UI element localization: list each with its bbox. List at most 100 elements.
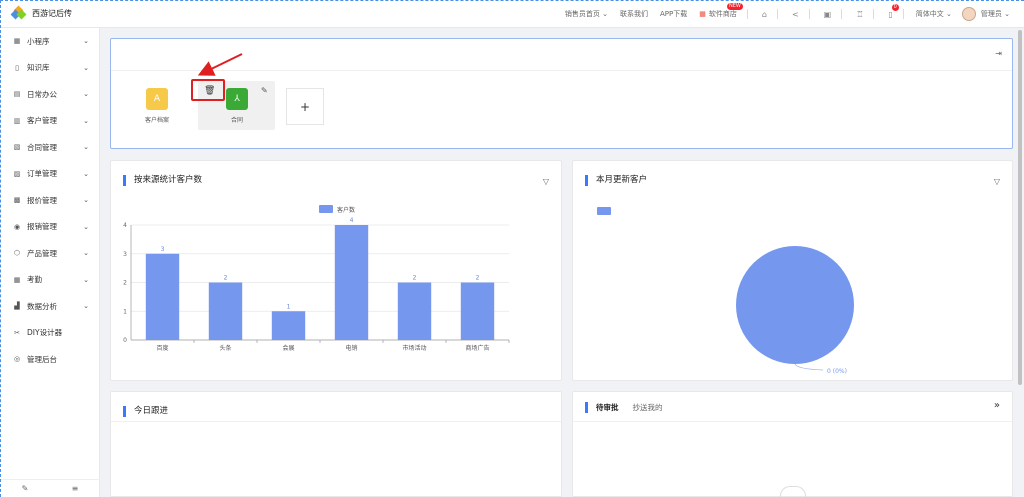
pie-chart: 0 (0%) xyxy=(597,207,854,375)
sidebar-item-label: DIY设计器 xyxy=(27,328,63,338)
edit-icon[interactable]: ✎ xyxy=(261,86,268,95)
edit-icon[interactable]: ✎ xyxy=(22,484,29,493)
exit-icon[interactable]: ⇥ xyxy=(995,49,1002,58)
bar-chart: 客户数 0 1 2 3 4 3 百度 2 头条 1 会展 4 电销 2 市场活动 2 商场广告 xyxy=(123,205,510,352)
sidebar-item-label: 报价管理 xyxy=(27,195,57,205)
sidebar-item[interactable]: ◎ 管理后台 xyxy=(0,346,99,373)
sidebar-item-label: 产品管理 xyxy=(27,248,57,258)
collapse-menu-icon[interactable]: ≡ xyxy=(72,484,79,493)
slice-label: 0 (0%) xyxy=(827,368,847,375)
tab-cc-me[interactable]: 抄送我的 xyxy=(633,402,663,413)
sidebar-item[interactable]: ▦ 小程序 ⌄ xyxy=(0,28,99,55)
nav-contact-us[interactable]: 联系我们 xyxy=(620,9,648,19)
double-chevron-right-icon[interactable]: » xyxy=(994,400,1000,411)
sidebar-item[interactable]: ⬡ 产品管理 ⌄ xyxy=(0,240,99,267)
sidebar-item[interactable]: ✂ DIY设计器 xyxy=(0,320,99,347)
chevron-down-icon: ⌄ xyxy=(83,63,89,72)
chevron-down-icon: ⌄ xyxy=(83,275,89,284)
contacts-icon: ▥ xyxy=(13,116,21,125)
sidebar-item-label: 合同管理 xyxy=(27,142,57,152)
data-label: 2 xyxy=(413,275,417,282)
chevron-down-icon: ⌄ xyxy=(83,90,89,99)
sidebar-item[interactable]: ▩ 报价管理 ⌄ xyxy=(0,187,99,214)
panel-title: 按来源统计客户数 xyxy=(123,175,202,186)
filter-icon[interactable]: ▽ xyxy=(543,177,549,186)
contract-icon: ⅄ xyxy=(226,88,248,110)
delete-icon[interactable]: 🗑 xyxy=(204,86,215,96)
chevron-down-icon: ⌄ xyxy=(83,222,89,231)
order-icon: ▨ xyxy=(13,169,21,178)
grid-icon: ▦ xyxy=(13,275,21,284)
legend-swatch xyxy=(597,207,611,215)
grid-icon: ▦ xyxy=(13,37,21,46)
sidebar-item-label: 管理后台 xyxy=(27,354,57,364)
notification-icon[interactable]: ▯ 0 xyxy=(888,3,899,19)
chevron-down-icon: ⌄ xyxy=(1004,10,1010,18)
source-chart-panel: 按来源统计客户数 ▽ 客户数 0 1 2 3 4 3 百度 2 头条 1 会展 4 电销 2 市场活动 2 商场广… xyxy=(110,160,562,381)
share-icon[interactable]: < xyxy=(792,10,799,19)
chevron-down-icon: ⌄ xyxy=(83,116,89,125)
chevron-down-icon: ⌄ xyxy=(946,10,952,18)
brand[interactable]: 西游记后传 xyxy=(0,5,110,21)
sidebar-item[interactable]: ▧ 合同管理 ⌄ xyxy=(0,134,99,161)
shirt-icon[interactable]: ♖ xyxy=(856,10,863,19)
y-tick-label: 3 xyxy=(123,251,127,258)
scrollbar[interactable] xyxy=(1018,30,1022,385)
today-followup-panel: 今日跟进 xyxy=(110,391,562,497)
x-tick-label: 市场活动 xyxy=(402,344,426,352)
divider xyxy=(573,421,1012,422)
panel-title: 今日跟进 xyxy=(123,406,168,417)
tools-icon: ✂ xyxy=(14,328,20,337)
sidebar-item[interactable]: ▤ 日常办公 ⌄ xyxy=(0,81,99,108)
label-leader-line xyxy=(794,363,824,371)
add-app-button[interactable]: + xyxy=(286,88,324,125)
pie-slice xyxy=(736,246,854,364)
chevron-down-icon: ⌄ xyxy=(83,249,89,258)
sidebar-item[interactable]: ▦ 考勤 ⌄ xyxy=(0,267,99,294)
language-select[interactable]: 简体中文 ⌄ xyxy=(916,9,952,19)
y-tick-label: 2 xyxy=(123,280,127,287)
sidebar-item-label: 数据分析 xyxy=(27,301,57,311)
selection-frame-top xyxy=(0,0,1024,1)
sidebar-footer: ✎ ≡ xyxy=(0,479,100,497)
bar xyxy=(460,282,495,340)
tab-pending-approval[interactable]: 待审批 xyxy=(596,402,619,413)
logo-icon xyxy=(10,5,27,21)
nav-sales-home[interactable]: 销售员首页 ⌄ xyxy=(565,9,608,19)
x-tick-label: 电销 xyxy=(345,344,357,352)
user-menu[interactable]: 管理员 ⌄ xyxy=(981,9,1010,19)
divider xyxy=(808,9,810,19)
home-icon[interactable]: ⌂ xyxy=(762,10,767,19)
new-badge: NEW xyxy=(727,3,743,10)
document-icon[interactable]: ▣ xyxy=(824,10,832,19)
sidebar-item[interactable]: ▨ 订单管理 ⌄ xyxy=(0,161,99,188)
nav-app-download[interactable]: APP下载 xyxy=(660,9,687,19)
filter-icon[interactable]: ▽ xyxy=(994,177,1000,186)
bar xyxy=(208,282,243,340)
sidebar-item[interactable]: ◉ 报销管理 ⌄ xyxy=(0,214,99,241)
approval-tabs: 待审批 抄送我的 xyxy=(585,402,677,413)
app-tile-customer-file[interactable]: A 客户档案 xyxy=(145,88,169,124)
divider xyxy=(776,9,778,19)
contract-icon: ▧ xyxy=(13,143,21,152)
chevron-down-icon: ⌄ xyxy=(83,143,89,152)
panel-title: 本月更新客户 xyxy=(585,175,647,186)
sidebar-item[interactable]: ▟ 数据分析 ⌄ xyxy=(0,293,99,320)
sidebar-item[interactable]: ▯ 知识库 ⌄ xyxy=(0,55,99,82)
avatar[interactable] xyxy=(961,7,976,21)
y-tick-label: 0 xyxy=(123,337,127,344)
x-tick-label: 商场广告 xyxy=(465,344,489,352)
app-title: 西游记后传 xyxy=(32,9,72,18)
legend-label: 客户数 xyxy=(337,206,355,214)
nav-software-store[interactable]: ▦ 软件商店 NEW xyxy=(699,3,743,19)
briefcase-icon: ▤ xyxy=(13,90,21,99)
divider xyxy=(902,9,904,19)
customer-file-icon: A xyxy=(146,88,168,110)
bar xyxy=(145,253,180,340)
y-tick-label: 4 xyxy=(123,222,127,229)
top-nav: 销售员首页 ⌄ 联系我们 APP下载 ▦ 软件商店 NEW ⌂ < ▣ ♖ ▯ 0… xyxy=(553,0,1010,28)
app-tile-contract[interactable]: ⅄ 合同 xyxy=(226,88,248,124)
sidebar-item[interactable]: ▥ 客户管理 ⌄ xyxy=(0,108,99,135)
sidebar-item-label: 报销管理 xyxy=(27,222,57,232)
divider xyxy=(841,9,843,19)
